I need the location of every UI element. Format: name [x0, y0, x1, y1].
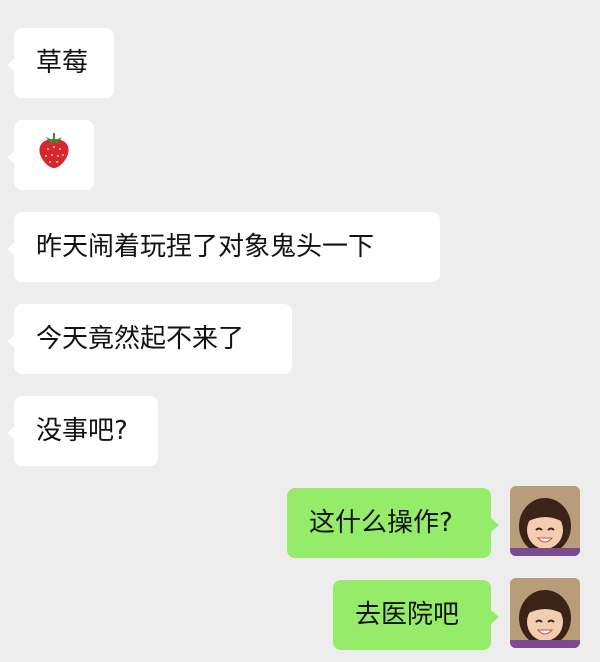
bubble-tail — [7, 150, 15, 164]
message-bubble-incoming: 草莓 — [7, 28, 114, 98]
message-text: 没事吧? — [36, 416, 128, 446]
message-bubble-incoming — [7, 120, 94, 190]
message-bubble-incoming: 今天竟然起不来了 — [7, 304, 292, 374]
strawberry-icon — [37, 131, 71, 179]
message-text: 去医院吧 — [355, 600, 460, 630]
bubble-tail — [7, 334, 15, 348]
message-bubble-incoming: 昨天闹着玩捏了对象鬼头一下 — [7, 212, 440, 282]
bubble-tail — [491, 610, 499, 624]
avatar[interactable] — [510, 578, 580, 648]
message-bubble-incoming: 没事吧? — [7, 396, 158, 466]
message-bubble-outgoing: 这什么操作? — [287, 488, 499, 558]
message-bubble-outgoing: 去医院吧 — [333, 580, 499, 650]
bubble-tail — [7, 426, 15, 440]
message-text: 昨天闹着玩捏了对象鬼头一下 — [36, 232, 375, 262]
avatar[interactable] — [510, 486, 580, 556]
message-text: 今天竟然起不来了 — [36, 324, 245, 354]
bubble-tail — [7, 242, 15, 256]
message-text: 草莓 — [36, 48, 89, 78]
message-text: 这什么操作? — [309, 508, 453, 538]
bubble-tail — [491, 518, 499, 532]
bubble-tail — [7, 58, 15, 72]
